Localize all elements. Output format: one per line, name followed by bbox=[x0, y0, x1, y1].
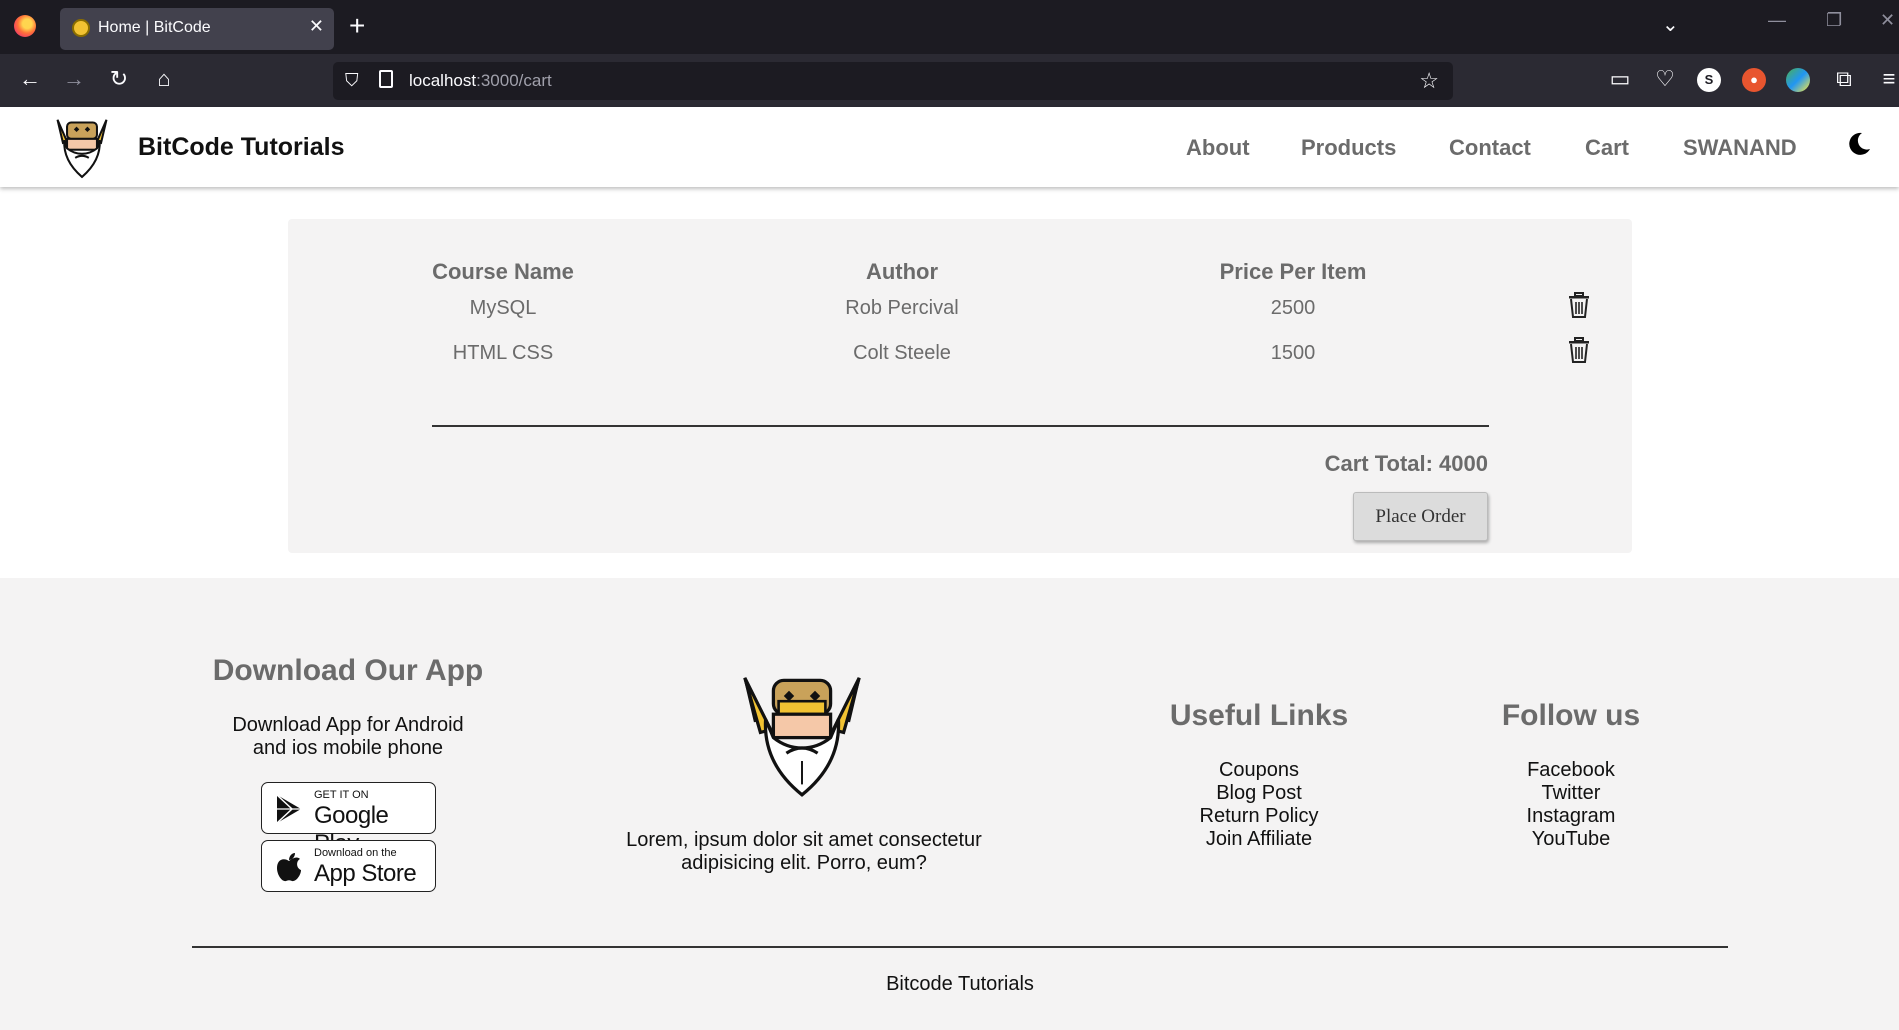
cart-row-course: HTML CSS bbox=[452, 342, 554, 364]
footer-link-facebook[interactable]: Facebook bbox=[1440, 759, 1702, 782]
download-app-heading: Download Our App bbox=[212, 654, 484, 687]
place-order-button[interactable]: Place Order bbox=[1353, 492, 1488, 541]
extension-color-icon[interactable] bbox=[1786, 68, 1810, 92]
page-info-icon[interactable] bbox=[379, 70, 393, 88]
tab-title: Home | BitCode bbox=[98, 19, 211, 36]
cart-row-price: 2500 bbox=[1270, 297, 1316, 319]
bookmark-star-icon[interactable]: ☆ bbox=[1419, 68, 1439, 94]
new-tab-button[interactable]: + bbox=[349, 10, 365, 42]
copyright-text: Bitcode Tutorials bbox=[886, 973, 1034, 995]
forward-arrow-icon[interactable]: → bbox=[60, 66, 88, 92]
download-app-text-line1: Download App for Android bbox=[232, 714, 464, 736]
useful-links-heading: Useful Links bbox=[1169, 699, 1349, 732]
cart-row-price: 1500 bbox=[1270, 342, 1316, 364]
url-bar[interactable]: ⛉ localhost:3000/cart ☆ bbox=[333, 62, 1453, 100]
footer-link-youtube[interactable]: YouTube bbox=[1440, 828, 1702, 851]
window-restore-button[interactable]: ❐ bbox=[1826, 10, 1842, 31]
nav-user[interactable]: SWANAND bbox=[1683, 135, 1797, 161]
google-play-icon bbox=[276, 794, 301, 824]
url-text[interactable]: localhost:3000/cart bbox=[409, 71, 552, 91]
footer-link-instagram[interactable]: Instagram bbox=[1440, 805, 1702, 828]
delete-trash-icon[interactable] bbox=[1568, 337, 1590, 363]
app-store-badge[interactable]: Download on the App Store bbox=[261, 840, 436, 892]
firefox-logo-icon[interactable] bbox=[14, 15, 36, 37]
follow-us-heading: Follow us bbox=[1501, 699, 1641, 732]
browser-tab[interactable]: Home | BitCode ✕ bbox=[60, 8, 334, 50]
cart-row-course: MySQL bbox=[469, 297, 537, 319]
apple-icon bbox=[277, 853, 301, 882]
google-play-small-text: GET IT ON bbox=[314, 789, 369, 801]
nav-contact[interactable]: Contact bbox=[1449, 135, 1531, 161]
save-to-pocket-folder-icon[interactable]: ▭ bbox=[1606, 66, 1634, 92]
column-header-course: Course Name bbox=[432, 259, 574, 284]
menu-hamburger-icon[interactable]: ≡ bbox=[1875, 66, 1899, 92]
url-host: localhost bbox=[409, 71, 477, 90]
about-text-line1: Lorem, ipsum dolor sit amet consectetur bbox=[626, 829, 982, 851]
reload-icon[interactable]: ↻ bbox=[105, 66, 133, 92]
cart-total: Cart Total: 4000 bbox=[1324, 451, 1488, 476]
footer-link-return-policy[interactable]: Return Policy bbox=[1128, 805, 1390, 828]
tab-close-icon[interactable]: ✕ bbox=[309, 16, 324, 37]
app-store-small-text: Download on the bbox=[314, 847, 397, 859]
footer-divider bbox=[192, 946, 1728, 948]
extensions-puzzle-icon[interactable]: ⧉ bbox=[1830, 66, 1858, 92]
dark-mode-moon-icon[interactable] bbox=[1846, 131, 1872, 157]
nav-cart[interactable]: Cart bbox=[1585, 135, 1629, 161]
brand-name[interactable]: BitCode Tutorials bbox=[138, 133, 344, 162]
cart-row-author: Colt Steele bbox=[853, 342, 951, 364]
cart-divider bbox=[432, 425, 1489, 427]
pocket-icon[interactable]: ♡ bbox=[1651, 66, 1679, 92]
home-icon[interactable]: ⌂ bbox=[150, 66, 178, 92]
site-footer: Download Our App Download App for Androi… bbox=[0, 578, 1899, 1030]
tab-favicon-icon bbox=[72, 19, 90, 37]
tab-list-chevron-icon[interactable]: ⌄ bbox=[1662, 12, 1679, 37]
footer-link-blog-post[interactable]: Blog Post bbox=[1128, 782, 1390, 805]
nav-products[interactable]: Products bbox=[1301, 135, 1396, 161]
about-text-line2: adipisicing elit. Porro, eum? bbox=[681, 852, 927, 874]
extension-duckduckgo-icon[interactable]: ● bbox=[1742, 68, 1766, 92]
download-app-text-line2: and ios mobile phone bbox=[252, 737, 444, 759]
cart-row-author: Rob Percival bbox=[845, 297, 959, 319]
delete-trash-icon[interactable] bbox=[1568, 292, 1590, 318]
tracking-shield-icon[interactable]: ⛉ bbox=[345, 70, 359, 91]
window-close-button[interactable]: ✕ bbox=[1880, 10, 1895, 31]
footer-zeus-logo-icon bbox=[743, 677, 861, 797]
back-arrow-icon[interactable]: ← bbox=[16, 66, 44, 92]
app-store-big-text: App Store bbox=[314, 860, 417, 887]
window-minimize-button[interactable]: — bbox=[1768, 10, 1786, 31]
zeus-logo-icon[interactable] bbox=[48, 113, 116, 181]
footer-link-coupons[interactable]: Coupons bbox=[1128, 759, 1390, 782]
url-path: :3000/cart bbox=[476, 71, 552, 90]
google-play-badge[interactable]: GET IT ON Google Play bbox=[261, 782, 436, 857]
cart-panel: Course Name Author Price Per Item MySQL … bbox=[288, 219, 1632, 553]
footer-link-twitter[interactable]: Twitter bbox=[1440, 782, 1702, 805]
footer-link-join-affiliate[interactable]: Join Affiliate bbox=[1128, 828, 1390, 851]
browser-titlebar: Home | BitCode ✕ + ⌄ — ❐ ✕ bbox=[0, 0, 1899, 54]
column-header-author: Author bbox=[865, 259, 939, 284]
column-header-price: Price Per Item bbox=[1219, 259, 1367, 284]
extension-s-icon[interactable]: S bbox=[1697, 68, 1721, 92]
nav-about[interactable]: About bbox=[1186, 135, 1250, 161]
site-header: BitCode Tutorials About Products Contact… bbox=[0, 107, 1899, 187]
browser-toolbar: ← → ↻ ⌂ ⛉ localhost:3000/cart ☆ ▭ ♡ S ● … bbox=[0, 54, 1899, 107]
